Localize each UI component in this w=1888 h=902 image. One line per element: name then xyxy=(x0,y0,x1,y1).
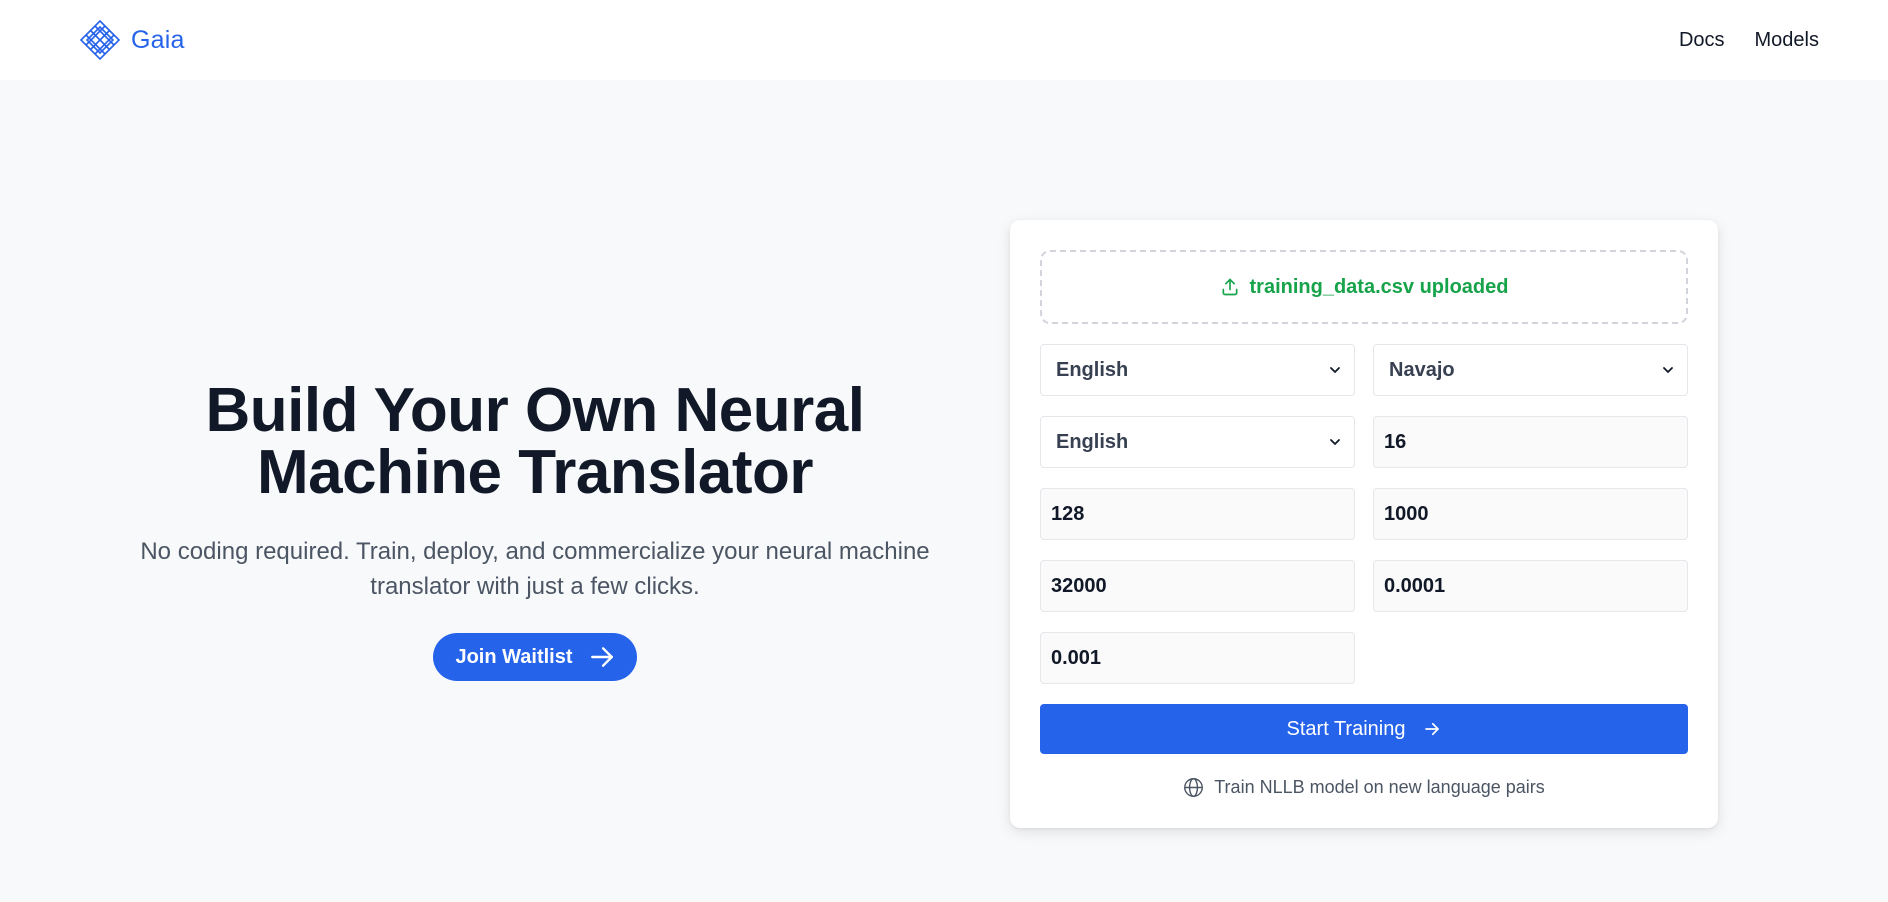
nav-link-docs[interactable]: Docs xyxy=(1679,29,1725,52)
arrow-right-icon xyxy=(590,647,613,667)
start-training-button[interactable]: Start Training xyxy=(1040,704,1688,754)
file-upload-zone[interactable]: training_data.csv uploaded xyxy=(1040,250,1688,324)
target-language-value: Navajo xyxy=(1389,358,1455,381)
target-language-select[interactable]: Navajo xyxy=(1373,344,1688,396)
param-input-2[interactable] xyxy=(1040,488,1355,540)
start-training-label: Start Training xyxy=(1286,717,1406,740)
source-language-value: English xyxy=(1056,358,1129,381)
diamond-grid-logo-icon xyxy=(79,19,121,61)
navbar: Gaia Docs Models xyxy=(0,0,1888,80)
nav-link-models[interactable]: Models xyxy=(1755,29,1819,52)
chevron-down-icon xyxy=(1663,367,1673,373)
chevron-down-icon xyxy=(1330,367,1340,373)
param-input-4[interactable] xyxy=(1040,560,1355,612)
brand-name: Gaia xyxy=(131,25,185,54)
training-form-card: training_data.csv uploaded English Navaj… xyxy=(1010,220,1718,828)
nav-links: Docs Models xyxy=(1679,29,1819,52)
brand[interactable]: Gaia xyxy=(79,19,185,61)
globe-icon xyxy=(1184,778,1204,797)
language-select-3-value: English xyxy=(1056,430,1129,453)
param-input-6[interactable] xyxy=(1040,632,1355,684)
arrow-right-icon xyxy=(1425,722,1440,736)
chevron-down-icon xyxy=(1330,439,1340,445)
hero-title-line-1: Build Your Own Neural xyxy=(205,376,865,445)
source-language-select[interactable]: English xyxy=(1040,344,1355,396)
model-footnote: Train NLLB model on new language pairs xyxy=(1040,777,1688,798)
param-input-3[interactable] xyxy=(1373,488,1688,540)
form-fields-grid: English Navajo English xyxy=(1040,344,1688,684)
param-input-1[interactable] xyxy=(1373,416,1688,468)
hero-title: Build Your Own Neural Machine Translator xyxy=(95,380,975,504)
join-waitlist-label: Join Waitlist xyxy=(455,645,573,668)
upload-status-text: training_data.csv uploaded xyxy=(1249,275,1509,298)
upload-icon xyxy=(1222,278,1238,296)
hero-subtitle: No coding required. Train, deploy, and c… xyxy=(140,538,930,600)
hero-title-line-2: Machine Translator xyxy=(256,438,814,507)
join-waitlist-button[interactable]: Join Waitlist xyxy=(433,633,637,681)
model-footnote-text: Train NLLB model on new language pairs xyxy=(1214,777,1545,797)
language-select-3[interactable]: English xyxy=(1040,416,1355,468)
hero-section: Build Your Own Neural Machine Translator… xyxy=(95,380,975,681)
param-input-5[interactable] xyxy=(1373,560,1688,612)
